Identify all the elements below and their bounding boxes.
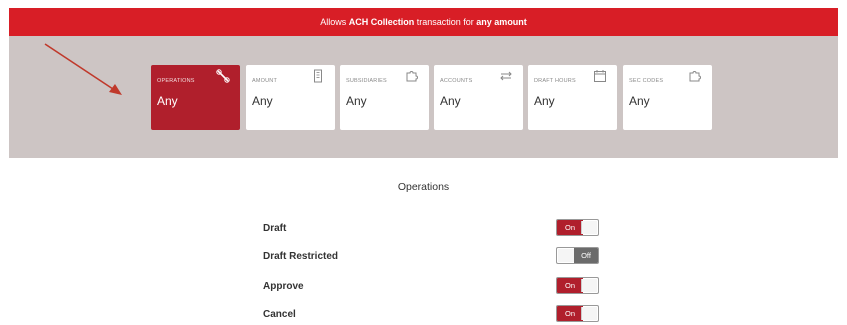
banner-amount: any amount (476, 17, 527, 27)
card-sec-codes[interactable]: SEC CODES Any (623, 65, 712, 130)
card-operations-value: Any (157, 94, 178, 108)
draft-toggle[interactable]: On (556, 219, 599, 236)
card-amount-label: AMOUNT (252, 78, 278, 84)
card-amount[interactable]: AMOUNT Any (246, 65, 335, 130)
puzzle-icon (406, 71, 418, 82)
card-accounts[interactable]: ACCOUNTS Any (434, 65, 523, 130)
summary-banner: Allows ACH Collection transaction for an… (9, 8, 838, 36)
pointer-arrow-icon (44, 43, 122, 95)
card-operations-label: OPERATIONS (157, 78, 195, 84)
card-amount-value: Any (252, 94, 273, 108)
draft-restricted-toggle[interactable]: Off (556, 247, 599, 264)
card-sec-codes-value: Any (629, 94, 650, 108)
toggle-state-label: On (557, 306, 583, 321)
card-subsidiaries-value: Any (346, 94, 367, 108)
operation-row-draft: Draft On (263, 219, 603, 239)
card-accounts-value: Any (440, 94, 461, 108)
toggle-knob (581, 279, 597, 292)
card-accounts-label: ACCOUNTS (440, 78, 473, 84)
operation-name: Cancel (263, 309, 296, 320)
operation-name: Draft Restricted (263, 251, 339, 262)
card-subsidiaries-label: SUBSIDIARIES (346, 78, 387, 84)
section-title: Operations (397, 181, 450, 193)
building-icon (314, 69, 322, 83)
card-draft-hours-label: DRAFT HOURS (534, 78, 576, 84)
card-subsidiaries[interactable]: SUBSIDIARIES Any (340, 65, 429, 130)
card-operations[interactable]: OPERATIONS Any (151, 65, 240, 130)
toggle-knob (581, 307, 597, 320)
operation-row-approve: Approve On (263, 277, 603, 297)
banner-prefix: Allows (320, 17, 347, 27)
toggle-knob (581, 221, 597, 234)
criteria-panel: OPERATIONS Any AMOUNT Any SUBSIDIARIES A… (9, 36, 838, 158)
operation-name: Draft (263, 223, 287, 234)
toggle-state-label: On (557, 220, 583, 235)
transfer-arrows-icon (500, 71, 512, 81)
banner-transaction-type: ACH Collection (348, 17, 415, 27)
operation-row-cancel: Cancel On (263, 305, 603, 325)
operation-name: Approve (263, 281, 304, 292)
card-draft-hours[interactable]: DRAFT HOURS Any (528, 65, 617, 130)
toggle-state-label: On (557, 278, 583, 293)
card-draft-hours-value: Any (534, 94, 555, 108)
wrench-icon (216, 69, 230, 83)
approve-toggle[interactable]: On (556, 277, 599, 294)
toggle-state-label: Off (574, 248, 598, 263)
calendar-icon (594, 70, 606, 82)
card-sec-codes-label: SEC CODES (629, 78, 664, 84)
cancel-toggle[interactable]: On (556, 305, 599, 322)
puzzle-icon (689, 71, 701, 82)
banner-middle: transaction for (416, 17, 474, 27)
operation-row-draft-restricted: Draft Restricted Off (263, 247, 603, 267)
